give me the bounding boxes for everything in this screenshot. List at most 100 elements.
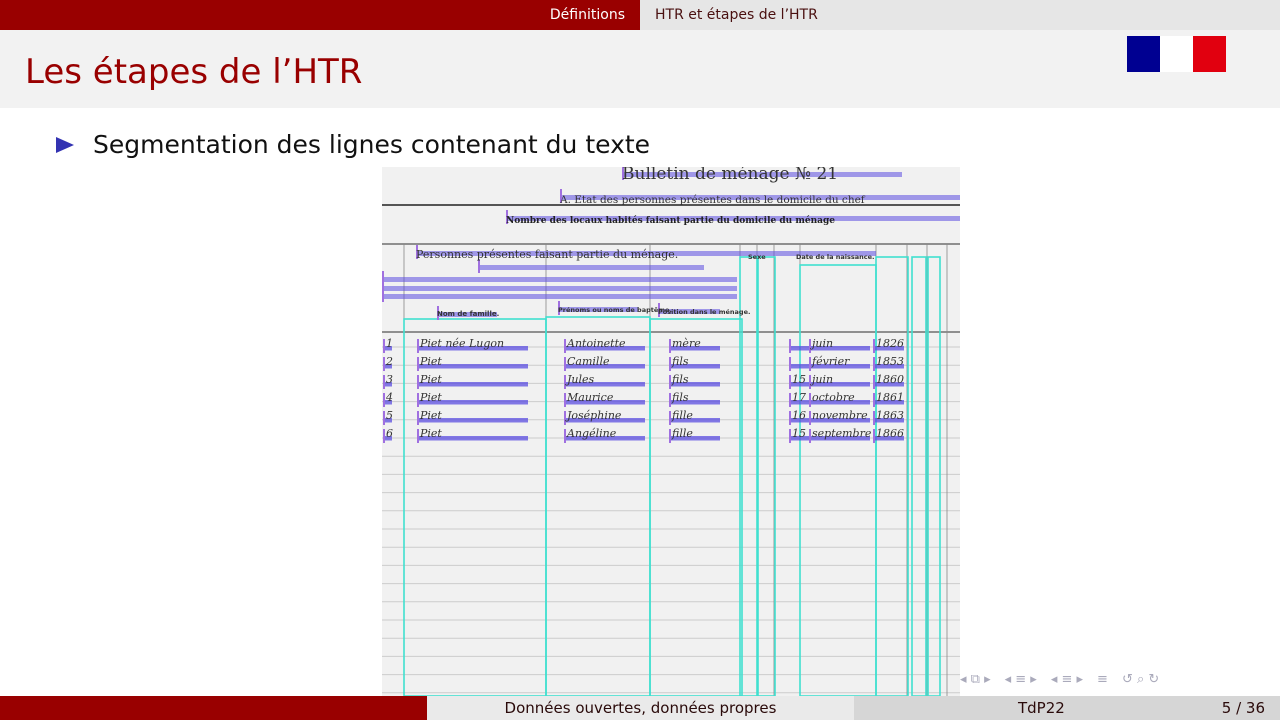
handwritten-text: 1863 (876, 409, 904, 422)
line-start-marker (809, 429, 811, 443)
line-start-marker (669, 375, 671, 389)
handwritten-text: fille (671, 409, 693, 422)
footer: Données ouvertes, données propres TdP22 … (0, 696, 1280, 720)
line-start-marker (789, 375, 791, 389)
handwritten-text: 1860 (876, 373, 904, 386)
line-start-marker (789, 339, 791, 353)
handwritten-text: Angéline (566, 427, 617, 440)
handwritten-text: octobre (812, 391, 855, 404)
line-box (790, 346, 810, 351)
bullet-item: Segmentation des lignes contenant du tex… (56, 130, 650, 159)
col-birthdate: Date de la naissance. (796, 253, 875, 261)
section-link[interactable]: Définitions (535, 7, 640, 23)
line-start-marker (383, 375, 385, 389)
scan-heading: Bulletin de ménage № 21 (622, 167, 838, 184)
handwritten-text: 3 (386, 373, 393, 386)
bullet-triangle-icon (56, 136, 74, 153)
line-start-marker (873, 339, 875, 353)
line-start-marker (873, 393, 875, 407)
line-start-marker (417, 375, 419, 389)
subsection-link[interactable]: HTR et étapes de l’HTR (640, 7, 833, 23)
handwritten-text: Camille (567, 355, 610, 368)
line-start-marker (669, 339, 671, 353)
line-start-marker (478, 259, 480, 273)
footer-title: Données ouvertes, données propres (504, 699, 777, 717)
handwritten-text: fils (671, 355, 689, 368)
handwritten-text: juin (809, 373, 833, 386)
handwritten-text: 15 (792, 427, 806, 440)
handwritten-text: Piet (419, 355, 442, 368)
handwritten-text: Antoinette (566, 337, 626, 350)
line-start-marker (669, 429, 671, 443)
line-box (382, 277, 737, 282)
line-start-marker (564, 411, 566, 425)
handwritten-text: mère (672, 337, 701, 350)
scan-subheading: A. Etat des personnes présentes dans le … (559, 194, 866, 206)
line-start-marker (382, 288, 384, 302)
line-start-marker (564, 339, 566, 353)
line-start-marker (383, 429, 385, 443)
handwritten-text: Piet (419, 427, 442, 440)
marianne-logo (1127, 36, 1226, 72)
handwritten-text: novembre (812, 409, 868, 422)
page-number: 5 / 36 (1221, 699, 1265, 717)
subsection-icon[interactable]: ◂ ≡ ▸ (1005, 672, 1037, 687)
line-start-marker (809, 375, 811, 389)
col-name: Nom de famille. (437, 310, 499, 318)
handwritten-text: 1853 (876, 355, 904, 368)
bullet-text: Segmentation des lignes contenant du tex… (93, 130, 651, 159)
handwritten-text: septembre (812, 427, 872, 440)
line-start-marker (564, 375, 566, 389)
line-start-marker (789, 393, 791, 407)
line-start-marker (809, 357, 811, 371)
line-start-marker (383, 393, 385, 407)
col-firstname: Prénoms ou noms de baptême. (558, 306, 672, 314)
line-start-marker (669, 393, 671, 407)
line-start-marker (809, 411, 811, 425)
line-start-marker (417, 357, 419, 371)
toc-icon[interactable]: ≡ (1097, 672, 1108, 687)
line-box (478, 265, 704, 270)
handwritten-text: fils (671, 373, 689, 386)
line-start-marker (809, 339, 811, 353)
handwritten-text: 5 (386, 409, 393, 422)
line-start-marker (383, 411, 385, 425)
frame-icon[interactable]: ◂ ⧉ ▸ (960, 672, 991, 687)
scan-section: Personnes présentes faisant partie du mé… (416, 248, 678, 261)
line-start-marker (564, 393, 566, 407)
line-start-marker (417, 411, 419, 425)
handwritten-text: 1866 (876, 427, 904, 440)
line-start-marker (789, 357, 791, 371)
handwritten-text: fils (671, 391, 689, 404)
handwritten-text: Joséphine (565, 409, 622, 422)
handwritten-text: Jules (565, 373, 595, 386)
line-start-marker (809, 393, 811, 407)
header-navigation: Définitions HTR et étapes de l’HTR (0, 0, 1280, 30)
handwritten-text: 2 (385, 355, 393, 368)
line-box (382, 286, 737, 291)
line-start-marker (417, 393, 419, 407)
line-start-marker (564, 357, 566, 371)
handwritten-text: 4 (385, 391, 393, 404)
beamer-navigation: ◂ ⧉ ▸ ◂ ≡ ▸ ◂ ≡ ▸ ≡ ↺ ⌕ ↻ (960, 672, 1159, 687)
col-sex: Sexe (748, 253, 766, 261)
handwritten-text: 1 (386, 337, 393, 350)
line-start-marker (873, 357, 875, 371)
line-start-marker (873, 429, 875, 443)
col-position: Position dans le ménage. (658, 308, 750, 316)
section-icon[interactable]: ◂ ≡ ▸ (1051, 672, 1083, 687)
handwritten-text: 16 (792, 409, 806, 422)
footer-author (0, 696, 427, 720)
line-start-marker (417, 429, 419, 443)
footer-event: TdP22 (1018, 699, 1065, 717)
line-start-marker (669, 411, 671, 425)
handwritten-text: Piet (419, 391, 442, 404)
line-start-marker (383, 339, 385, 353)
back-search-forward-icon[interactable]: ↺ ⌕ ↻ (1122, 672, 1159, 687)
handwritten-text: Piet née Lugon (419, 337, 504, 350)
title-bar: Les étapes de l’HTR (0, 30, 1280, 108)
line-start-marker (417, 339, 419, 353)
handwritten-text: 15 (792, 373, 806, 386)
handwritten-text: 17 (792, 391, 806, 404)
line-start-marker (789, 411, 791, 425)
